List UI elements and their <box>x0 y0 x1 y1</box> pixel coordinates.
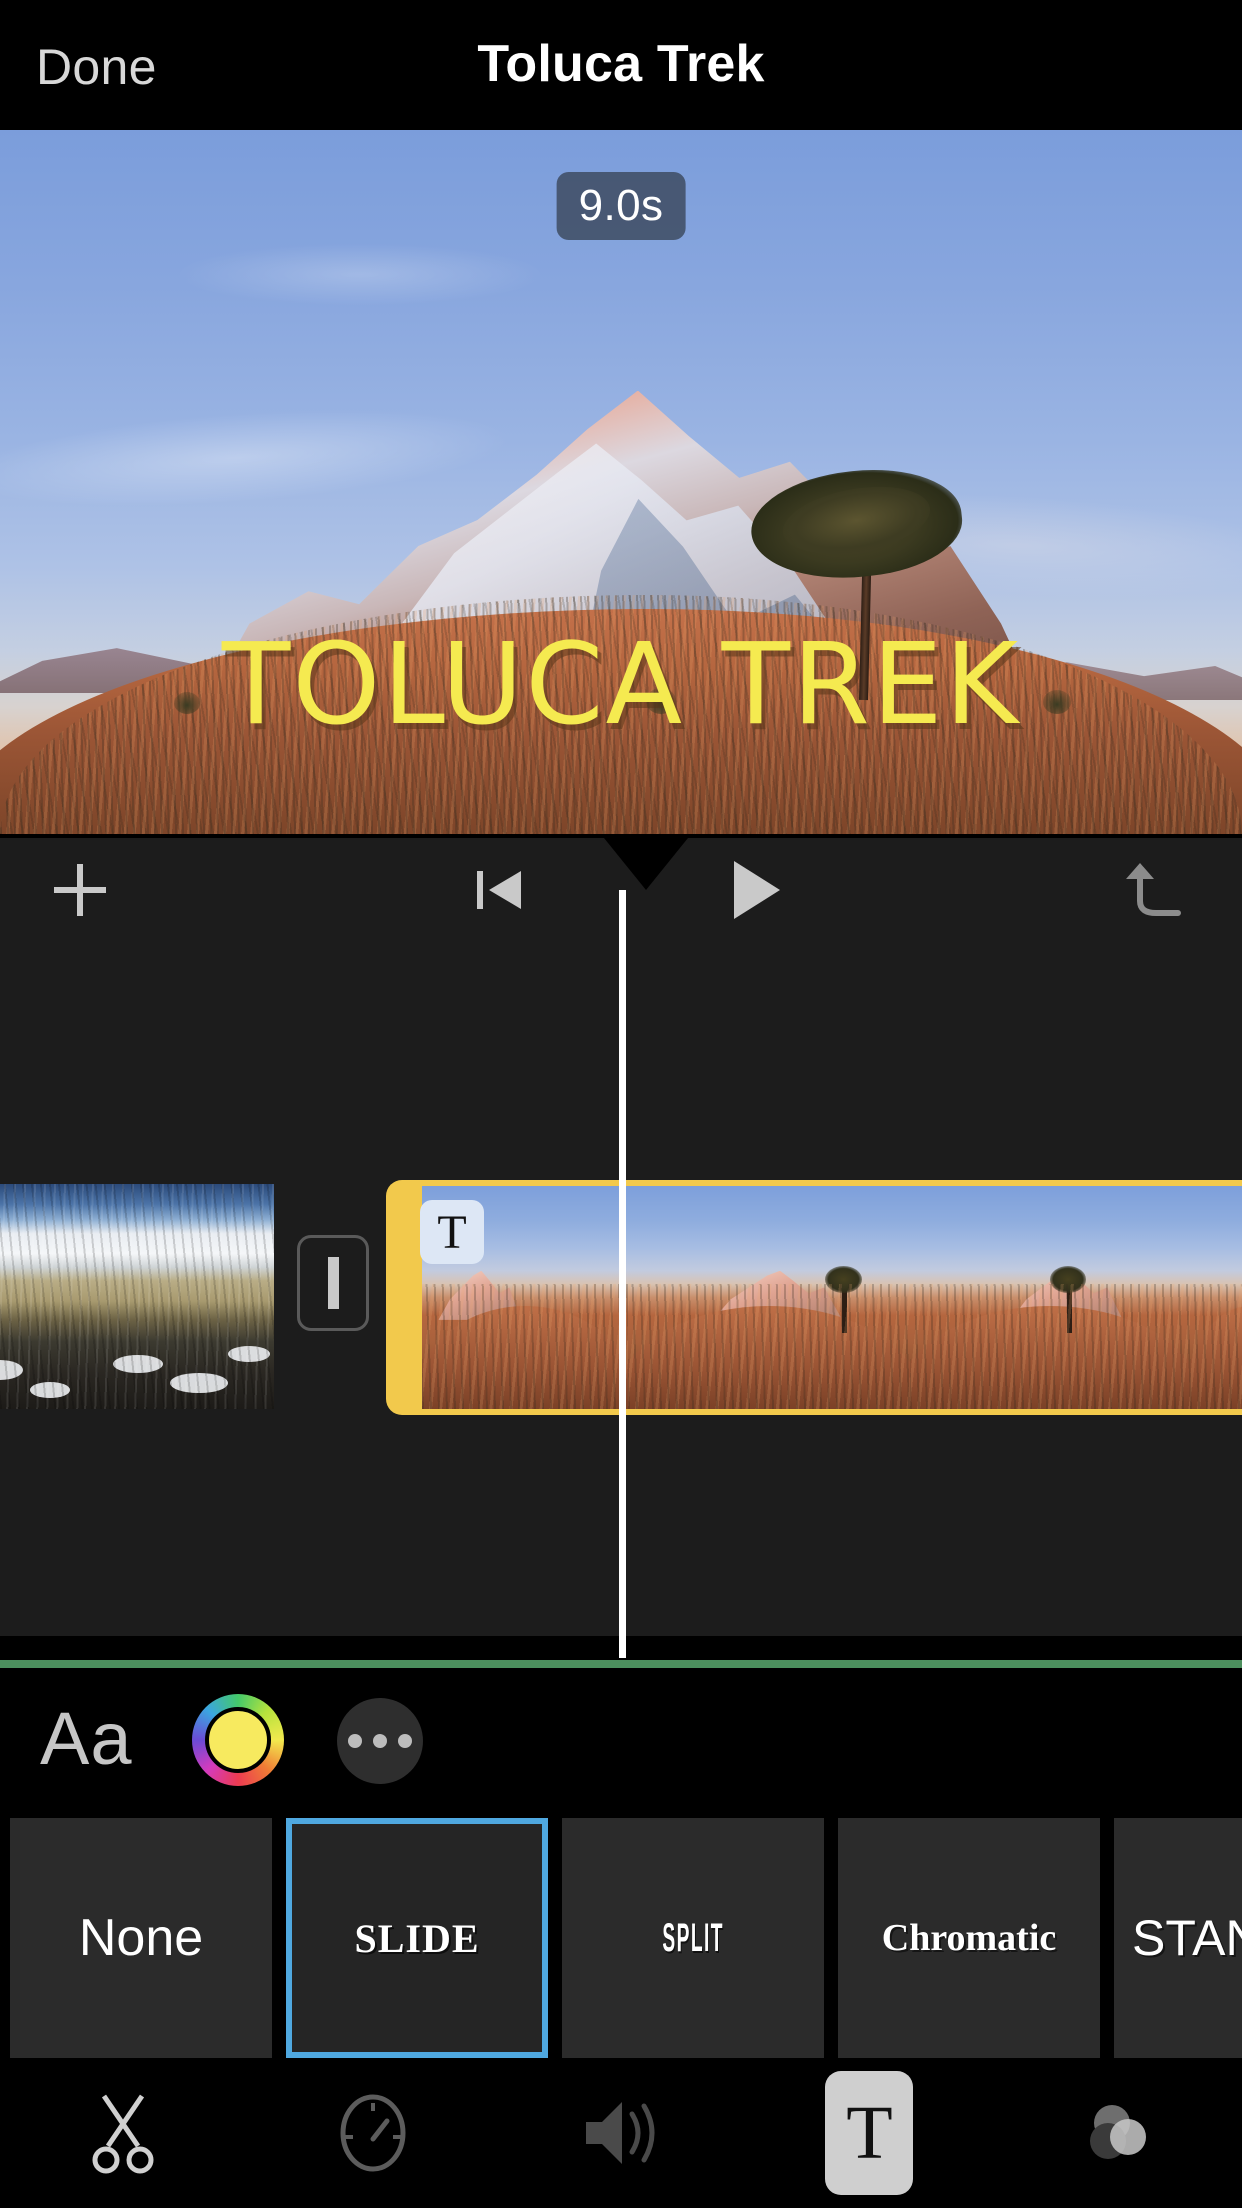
speedometer-icon <box>340 2094 406 2172</box>
undo-button[interactable] <box>1092 838 1222 942</box>
text-icon: T <box>825 2071 914 2195</box>
style-option-split[interactable]: SPLIT <box>562 1818 824 2058</box>
style-option-standard[interactable]: STANDARD <box>1114 1818 1242 2058</box>
add-media-button[interactable] <box>20 838 140 942</box>
text-controls-bar: Aa <box>0 1668 1242 1808</box>
snow-patch <box>170 1373 228 1394</box>
style-option-label: None <box>78 1909 204 1967</box>
timeline-divider <box>0 1660 1242 1668</box>
tab-trim[interactable] <box>0 2058 248 2208</box>
style-option-slide[interactable]: SLIDE <box>286 1818 548 2058</box>
clip-thumbnail <box>0 1184 82 1409</box>
speaker-icon <box>586 2102 655 2164</box>
cloud-decoration <box>173 242 547 306</box>
snow-patch <box>227 1346 271 1362</box>
transition-button[interactable] <box>297 1235 369 1331</box>
snow-patch <box>112 1355 163 1373</box>
transition-none-icon <box>327 1257 339 1309</box>
play-button[interactable] <box>690 838 820 942</box>
more-options-button[interactable] <box>337 1698 423 1784</box>
bottom-tab-bar: T <box>0 2058 1242 2208</box>
video-preview[interactable]: 9.0s TOLUCA TREK <box>0 130 1242 834</box>
clip-thumbnail-strip <box>422 1186 1242 1409</box>
snow-patch <box>0 1359 23 1380</box>
imovie-editor-screen: Done Toluca Trek 9.0s TOLUCA TREK T Aa N… <box>0 0 1242 2208</box>
clip-thumbnail <box>910 1186 1190 1409</box>
clip-thumbnail <box>1190 1186 1242 1409</box>
snow-patch <box>30 1382 71 1398</box>
tab-speed[interactable] <box>248 2058 496 2208</box>
filters-icon <box>1089 2105 1146 2159</box>
clip-thumbnail <box>628 1186 910 1409</box>
tab-titles[interactable]: T <box>745 2058 993 2208</box>
more-options-icon <box>373 1734 387 1748</box>
page-title: Toluca Trek <box>477 35 765 93</box>
font-button[interactable]: Aa <box>40 1696 133 1781</box>
title-style-list[interactable]: None SLIDE SPLIT Chromatic STANDARD <box>0 1818 1242 2058</box>
playhead-line <box>619 890 626 1658</box>
style-option-label: STANDARD <box>1132 1910 1242 1966</box>
duration-badge: 9.0s <box>556 172 686 240</box>
tab-volume[interactable] <box>497 2058 745 2208</box>
style-option-label: Chromatic <box>881 1917 1057 1959</box>
clip-thumbnail <box>82 1184 274 1409</box>
undo-icon <box>1126 863 1181 916</box>
play-icon <box>734 861 780 919</box>
color-wheel-icon[interactable] <box>192 1694 284 1786</box>
plus-icon <box>54 864 106 916</box>
text-badge-icon: T <box>420 1200 484 1264</box>
selected-color-swatch <box>205 1707 271 1773</box>
tab-filters[interactable] <box>994 2058 1242 2208</box>
scissors-icon <box>92 2094 154 2174</box>
timeline-clip-2-selected[interactable]: T <box>386 1180 1242 1415</box>
skip-to-start-button[interactable] <box>440 838 560 942</box>
skip-to-start-icon <box>477 871 521 909</box>
title-text-overlay[interactable]: TOLUCA TREK <box>0 620 1242 750</box>
style-option-label: SPLIT <box>662 1915 724 1960</box>
playhead-handle[interactable] <box>604 838 688 890</box>
header-bar: Done Toluca Trek <box>0 0 1242 130</box>
style-option-label: SLIDE <box>354 1915 480 1961</box>
style-option-chromatic[interactable]: Chromatic <box>838 1818 1100 2058</box>
more-options-icon <box>348 1734 362 1748</box>
style-option-none[interactable]: None <box>10 1818 272 2058</box>
timeline-clip-1[interactable] <box>0 1184 274 1409</box>
more-options-icon <box>398 1734 412 1748</box>
